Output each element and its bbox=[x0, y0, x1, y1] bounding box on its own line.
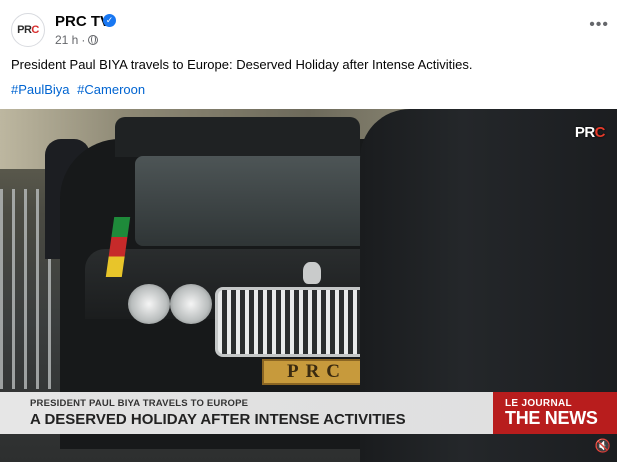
video-player[interactable]: PRC PRC PRESIDENT PAUL BIYA TRAVELS TO E… bbox=[0, 109, 617, 462]
news-lower-third: PRESIDENT PAUL BIYA TRAVELS TO EUROPE A … bbox=[0, 392, 617, 434]
video-car-windshield bbox=[135, 156, 380, 246]
video-license-plate: PRC bbox=[262, 359, 372, 385]
globe-icon[interactable] bbox=[88, 35, 99, 45]
video-car-headlight bbox=[128, 284, 170, 324]
video-car-emblem bbox=[303, 262, 321, 284]
page-avatar[interactable]: PRC bbox=[11, 13, 45, 47]
page-name-link[interactable]: PRC TV bbox=[55, 13, 110, 30]
program-name-big: THE NEWS bbox=[505, 408, 598, 428]
meta-separator: · bbox=[81, 33, 86, 47]
lower-third-line2: A DESERVED HOLIDAY AFTER INTENSE ACTIVIT… bbox=[30, 411, 406, 428]
mute-icon[interactable]: 🔇 bbox=[593, 436, 613, 456]
hashtag-link[interactable]: #PaulBiya bbox=[11, 82, 70, 97]
facebook-post: PRC PRC TV ✓ 21 h · ••• President Paul B… bbox=[0, 0, 617, 462]
video-car-roof bbox=[115, 117, 360, 157]
lower-third-line1: PRESIDENT PAUL BIYA TRAVELS TO EUROPE bbox=[30, 398, 249, 409]
post-timestamp[interactable]: 21 h bbox=[55, 33, 78, 47]
hashtags: #PaulBiya #Cameroon bbox=[11, 82, 149, 97]
post-meta: 21 h · bbox=[55, 33, 99, 47]
avatar-logo: PRC bbox=[17, 24, 39, 36]
more-options-icon[interactable]: ••• bbox=[589, 17, 609, 33]
post-header: PRC PRC TV ✓ 21 h · ••• bbox=[0, 0, 617, 56]
verified-badge-icon: ✓ bbox=[103, 14, 116, 27]
post-caption: President Paul BIYA travels to Europe: D… bbox=[11, 57, 473, 72]
channel-logo: PRC bbox=[574, 124, 606, 141]
hashtag-link[interactable]: #Cameroon bbox=[77, 82, 145, 97]
video-car-headlight bbox=[170, 284, 212, 324]
